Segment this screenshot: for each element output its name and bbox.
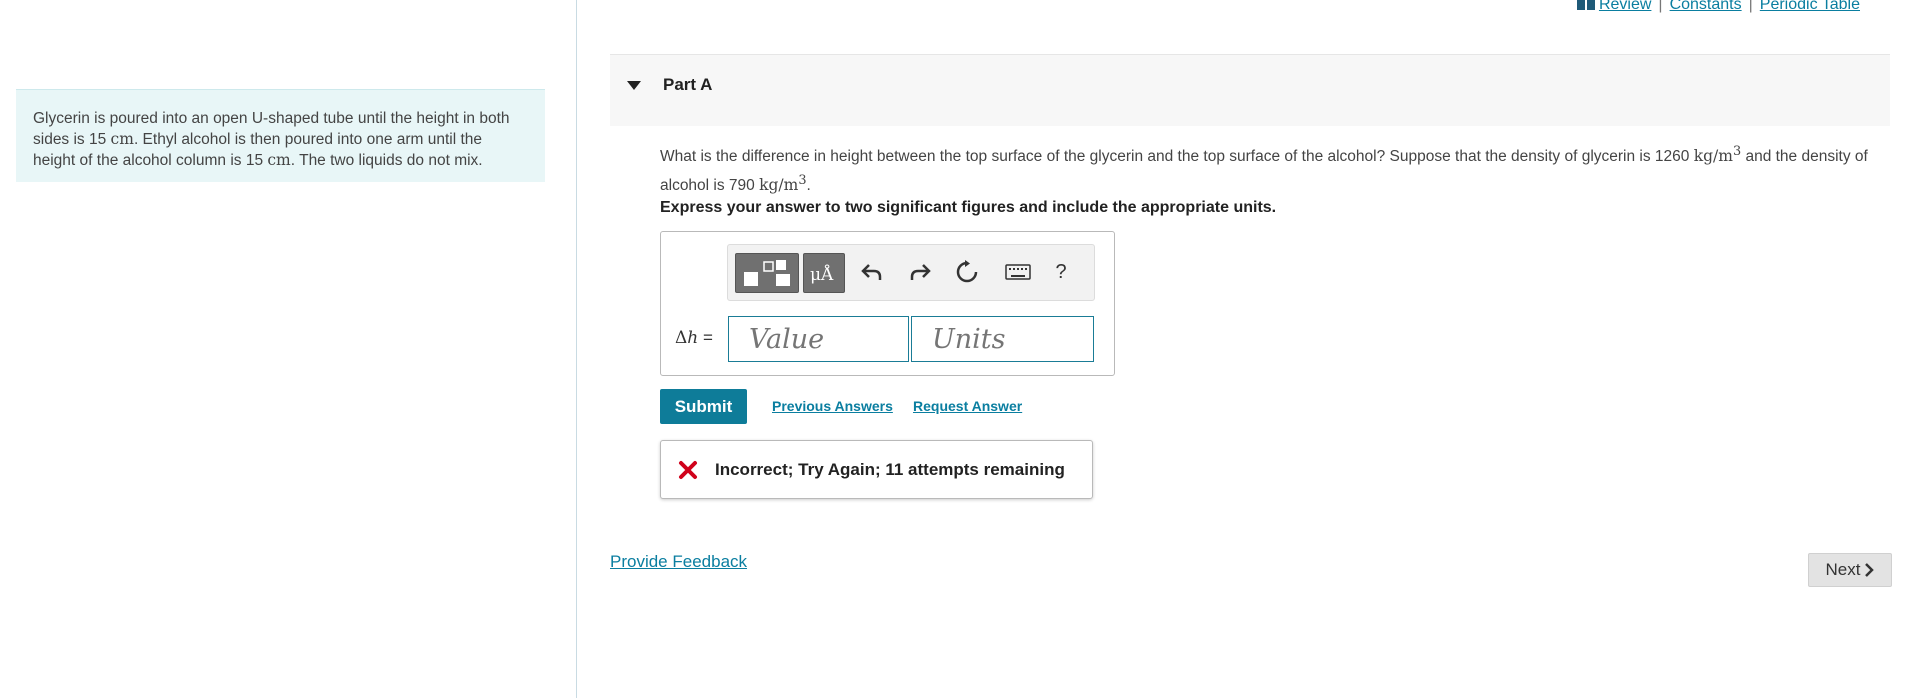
density-unit: kg/m3 — [759, 173, 807, 195]
math-toolbar: μÅ ? — [727, 244, 1095, 301]
redo-icon[interactable] — [906, 258, 934, 286]
problem-intro: Glycerin is poured into an open U-shaped… — [16, 89, 545, 182]
book-icon — [1576, 0, 1595, 10]
answer-box: μÅ ? Δh = — [660, 231, 1115, 376]
link-separator: | — [1748, 0, 1753, 13]
question-text: What is the difference in height between… — [660, 144, 1868, 195]
part-title: Part A — [663, 75, 713, 94]
submit-button[interactable]: Submit — [660, 389, 747, 424]
next-button[interactable]: Next — [1808, 553, 1892, 587]
undo-icon[interactable] — [858, 258, 886, 286]
chevron-right-icon — [1865, 563, 1875, 577]
value-input[interactable] — [728, 316, 909, 362]
feedback-text: Incorrect; Try Again; 11 attempts remain… — [715, 460, 1065, 479]
link-separator: | — [1658, 0, 1663, 13]
reset-icon[interactable] — [953, 258, 981, 286]
answer-label: Δh = — [675, 328, 713, 348]
units-button[interactable]: μÅ — [803, 253, 845, 293]
answer-instruction: Express your answer to two significant f… — [660, 199, 1277, 216]
periodic-table-link[interactable]: Periodic Table — [1760, 0, 1860, 13]
part-header[interactable]: Part A — [610, 54, 1890, 126]
review-link[interactable]: Review — [1576, 0, 1651, 13]
help-icon[interactable]: ? — [1047, 258, 1075, 286]
keyboard-icon[interactable] — [1001, 258, 1035, 286]
unit-cm: cm — [267, 151, 291, 169]
constants-link[interactable]: Constants — [1670, 0, 1742, 13]
collapse-caret-icon[interactable] — [627, 81, 641, 90]
incorrect-x-icon — [679, 461, 697, 479]
panel-divider — [576, 0, 577, 698]
feedback-box: Incorrect; Try Again; 11 attempts remain… — [660, 440, 1093, 499]
units-icon: μÅ — [810, 265, 834, 285]
previous-answers-link[interactable]: Previous Answers — [772, 398, 893, 414]
next-label: Next — [1825, 560, 1861, 579]
units-input[interactable] — [911, 316, 1094, 362]
intro-text: . The two liquids do not mix. — [290, 152, 483, 169]
templates-button[interactable] — [735, 253, 799, 293]
request-answer-link[interactable]: Request Answer — [913, 398, 1022, 414]
unit-cm: cm — [110, 130, 134, 148]
templates-icon — [744, 260, 790, 286]
density-unit: kg/m3 — [1693, 144, 1742, 166]
provide-feedback-link[interactable]: Provide Feedback — [610, 552, 747, 572]
resource-links: Review | Constants | Periodic Table — [1576, 0, 1860, 14]
